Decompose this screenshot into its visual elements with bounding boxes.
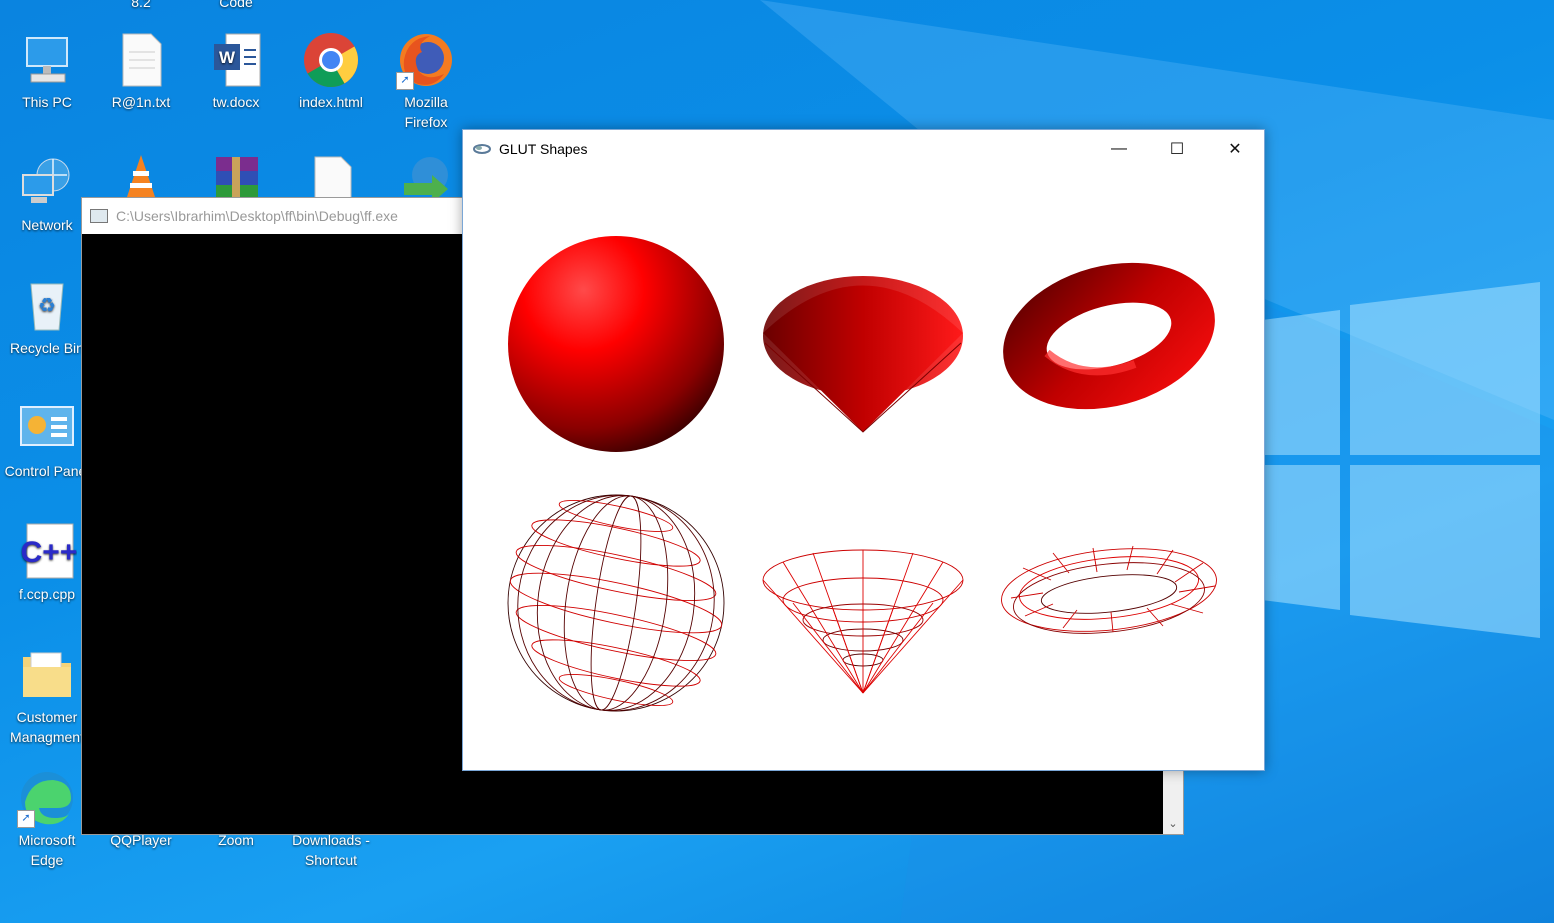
desktop-icon-firefox[interactable]: ➚ Mozilla Firefox — [379, 30, 473, 132]
desktop-icon-downloads-shortcut[interactable]: Downloads - Shortcut — [284, 830, 378, 870]
this-pc-icon — [17, 30, 77, 90]
desktop-icon-control-panel[interactable]: Control Panel — [0, 399, 94, 481]
word-document-icon: W — [206, 30, 266, 90]
solid-torus — [1003, 262, 1215, 410]
recycle-bin-icon: ♻ — [17, 276, 77, 336]
edge-icon: ➚ — [17, 768, 77, 828]
svg-text:C++: C++ — [21, 536, 77, 569]
chrome-icon — [301, 30, 361, 90]
console-app-icon — [90, 209, 108, 223]
close-button[interactable]: ✕ — [1206, 130, 1264, 168]
desktop-icon-tw-docx[interactable]: W tw.docx — [189, 30, 283, 112]
svg-text:W: W — [219, 48, 236, 67]
maximize-button[interactable]: ☐ — [1148, 130, 1206, 168]
folder-icon — [17, 645, 77, 705]
wire-sphere — [507, 494, 725, 712]
desktop-label-partial-1: 8.2 — [131, 0, 151, 10]
glut-app-icon — [473, 144, 491, 154]
desktop-icon-this-pc[interactable]: This PC — [0, 30, 94, 112]
wire-cone — [762, 549, 964, 694]
desktop-icon-fccp-cpp[interactable]: C++ f.ccp.cpp — [0, 522, 94, 604]
desktop-icon-network[interactable]: Network — [0, 153, 94, 235]
text-file-icon — [111, 30, 171, 90]
close-icon: ✕ — [1228, 141, 1242, 158]
desktop-icon-r1n-txt[interactable]: R@1n.txt — [94, 30, 188, 112]
network-icon — [17, 153, 77, 213]
maximize-icon: ☐ — [1169, 141, 1185, 158]
cpp-file-icon: C++ — [17, 522, 77, 582]
wire-torus — [1001, 545, 1217, 634]
glut-render-canvas — [507, 236, 1217, 712]
glut-title-bar[interactable]: GLUT Shapes — ☐ ✕ — [463, 130, 1264, 168]
minimize-icon: — — [1111, 140, 1127, 157]
solid-sphere — [508, 236, 724, 452]
desktop-icon-index-html[interactable]: index.html — [284, 30, 378, 112]
console-title: C:\Users\Ibrarhim\Desktop\ff\bin\Debug\f… — [116, 208, 398, 224]
minimize-button[interactable]: — — [1090, 130, 1148, 168]
solid-cone — [763, 276, 963, 433]
desktop-icon-recycle-bin[interactable]: ♻ Recycle Bin — [0, 276, 94, 358]
desktop-label-partial-2: Code — [219, 0, 253, 10]
shortcut-arrow-icon: ➚ — [17, 810, 35, 828]
scroll-down-arrow-icon[interactable]: ⌄ — [1163, 814, 1183, 834]
desktop-icon-edge[interactable]: ➚ Microsoft Edge — [0, 768, 94, 870]
desktop-icon-customer-folder[interactable]: Customer Managment — [0, 645, 94, 747]
firefox-icon: ➚ — [396, 30, 456, 90]
windows-logo — [1262, 282, 1540, 638]
glut-window[interactable]: GLUT Shapes — ☐ ✕ — [462, 129, 1265, 771]
glut-title: GLUT Shapes — [499, 141, 588, 157]
control-panel-icon — [17, 399, 77, 459]
shortcut-arrow-icon: ➚ — [396, 72, 414, 90]
svg-text:♻: ♻ — [38, 293, 56, 317]
